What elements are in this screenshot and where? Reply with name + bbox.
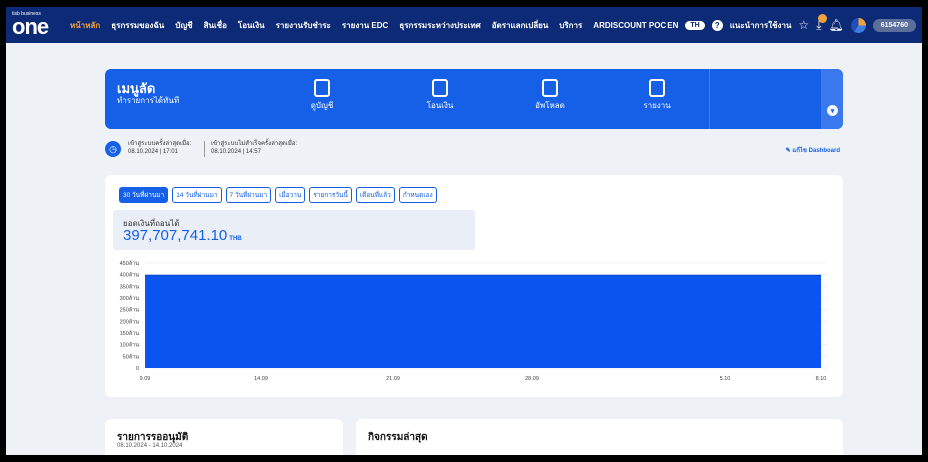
quick-menu-title: เมนูลัด bbox=[117, 81, 156, 96]
help-icon[interactable]: ? bbox=[711, 19, 723, 31]
nav-item[interactable]: สินเชื่อ bbox=[204, 19, 227, 32]
y-tick-label: 300ล้าน bbox=[120, 295, 140, 302]
balance-currency: THB bbox=[229, 236, 242, 242]
quick-account-button[interactable]: ดูบัญชี bbox=[287, 79, 357, 112]
last-login-success-label: เข้าสู่ระบบครั้งล่าสุดเมื่อ: bbox=[128, 141, 192, 147]
last-login-success: เข้าสู่ระบบครั้งล่าสุดเมื่อ: 08.10.2024 … bbox=[128, 140, 191, 156]
date-filter-group: 30 วันที่ผ่านมา 14 วันที่ผ่านมา 7 วันที่ผ่… bbox=[119, 187, 437, 203]
nav-item[interactable]: รายงาน EDC bbox=[342, 19, 388, 32]
lang-en[interactable]: EN bbox=[667, 21, 678, 30]
x-tick-label: 14.09 bbox=[254, 376, 268, 382]
nav-item[interactable]: อัตราแลกเปลี่ยน bbox=[492, 19, 549, 32]
nav-item[interactable]: รายงานรับชำระ bbox=[276, 19, 331, 32]
quick-report-button[interactable]: รายงาน bbox=[622, 79, 692, 112]
login-divider bbox=[204, 141, 205, 157]
notification-badge bbox=[817, 13, 827, 23]
chevron-down-icon[interactable]: ▾ bbox=[827, 105, 838, 116]
last-login-success-time: 08.10.2024 | 17:01 bbox=[128, 149, 178, 155]
balance-area bbox=[145, 275, 821, 368]
date-filter-button[interactable]: รายการวันนี้ bbox=[309, 187, 352, 203]
app-frame: tisb business one หน้าหลัก ธุรกรรมของฉัน บ… bbox=[6, 7, 922, 455]
date-filter-button[interactable]: 30 วันที่ผ่านมา bbox=[119, 187, 169, 203]
date-filter-button[interactable]: เมื่อวาน bbox=[275, 187, 306, 203]
quick-report-label: รายงาน bbox=[643, 101, 671, 110]
x-tick-label: 8.10 bbox=[816, 376, 827, 382]
last-login-fail-time: 08.10.2024 | 14:57 bbox=[211, 149, 261, 155]
avatar[interactable] bbox=[850, 17, 866, 33]
y-tick-label: 200ล้าน bbox=[120, 318, 140, 325]
date-filter-button[interactable]: กำหนดเอง bbox=[398, 187, 437, 203]
date-filter-button[interactable]: เดือนที่แล้ว bbox=[355, 187, 395, 203]
nav-item[interactable]: ARDISCOUNT POC bbox=[593, 21, 666, 30]
x-tick-label: 28.09 bbox=[525, 376, 539, 382]
nav-item[interactable]: หน้าหลัก bbox=[70, 19, 100, 32]
last-login-fail-label: เข้าสู่ระบบไม่สำเร็จครั้งล่าสุดเมื่อ: bbox=[211, 141, 298, 147]
guide-link[interactable]: แนะนำการใช้งาน bbox=[730, 19, 792, 32]
quick-menu-card: เมนูลัด ทำรายการได้ทันที ดูบัญชี โอนเงิน… bbox=[105, 69, 843, 129]
nav-right-tools: EN TH ? แนะนำการใช้งาน ☆ ⤓ 🔔︎ 6154760 bbox=[667, 7, 916, 43]
brand-logo[interactable]: tisb business one bbox=[12, 11, 62, 39]
main-menu: หน้าหลัก ธุรกรรมของฉัน บัญชี สินเชื่อ โอนเงิ… bbox=[70, 7, 666, 43]
quick-transfer-button[interactable]: โอนเงิน bbox=[405, 79, 475, 112]
card-divider bbox=[709, 69, 710, 129]
y-tick-label: 0 bbox=[136, 366, 139, 372]
balance-amount-row: 397,707,741.10 THB bbox=[123, 227, 242, 244]
nav-item[interactable]: บริการ bbox=[559, 19, 582, 32]
activity-title: กิจกรรมล่าสุด bbox=[368, 432, 428, 443]
lang-th[interactable]: TH bbox=[685, 20, 705, 30]
y-tick-label: 350ล้าน bbox=[120, 283, 140, 290]
quick-transfer-label: โอนเงิน bbox=[426, 101, 454, 110]
nav-item[interactable]: ธุรกรรมระหว่างประเทศ bbox=[399, 19, 480, 32]
date-filter-button[interactable]: 14 วันที่ผ่านมา bbox=[172, 187, 222, 203]
approvals-date-range: 08.10.2024 - 14.10.2024 bbox=[117, 443, 183, 449]
quick-upload-label: อัพโหลด bbox=[535, 101, 565, 110]
y-tick-label: 100ล้าน bbox=[120, 342, 140, 349]
balance-amount: 397,707,741.10 bbox=[123, 227, 228, 244]
report-icon bbox=[649, 79, 665, 97]
nav-item[interactable]: ธุรกรรมของฉัน bbox=[111, 19, 164, 32]
edit-dashboard-link[interactable]: ✎ แก้ไข Dashboard bbox=[786, 145, 840, 155]
transfer-icon bbox=[432, 79, 448, 97]
clock-icon: ◷ bbox=[105, 141, 121, 157]
download-icon[interactable]: ⤓ bbox=[816, 13, 827, 33]
date-filter-button[interactable]: 7 วันที่ผ่านมา bbox=[225, 187, 272, 203]
upload-icon bbox=[542, 79, 558, 97]
quick-account-label: ดูบัญชี bbox=[310, 101, 334, 110]
bell-icon[interactable]: 🔔︎ bbox=[829, 18, 844, 32]
quick-menu-scroll[interactable]: ▾ bbox=[821, 69, 843, 129]
quick-menu-subtitle: ทำรายการได้ทันที bbox=[117, 96, 180, 105]
x-tick-label: 9.09 bbox=[140, 376, 151, 382]
y-tick-label: 150ล้าน bbox=[120, 330, 140, 337]
activity-card[interactable]: กิจกรรมล่าสุด bbox=[356, 419, 843, 455]
y-tick-label: 50ล้าน bbox=[123, 353, 140, 360]
top-nav: tisb business one หน้าหลัก ธุรกรรมของฉัน บ… bbox=[6, 7, 922, 43]
balance-area-chart: 0 50ล้าน 100ล้าน 150ล้าน 200ล้าน 250ล้าน 300ล้… bbox=[120, 260, 827, 382]
nav-item[interactable]: บัญชี bbox=[175, 19, 192, 32]
account-badge[interactable]: 6154760 bbox=[872, 18, 916, 32]
balance-chart-card: 30 วันที่ผ่านมา 14 วันที่ผ่านมา 7 วันที่ผ่… bbox=[105, 175, 843, 397]
star-icon[interactable]: ☆ bbox=[798, 18, 809, 32]
approvals-card[interactable]: รายการรออนุมัติ 08.10.2024 - 14.10.2024 bbox=[105, 419, 343, 455]
balance-summary: ยอดเงินที่ถอนได้ 397,707,741.10 THB bbox=[113, 210, 475, 250]
y-tick-label: 250ล้าน bbox=[120, 307, 140, 314]
brand-big-text: one bbox=[12, 14, 49, 39]
quick-upload-button[interactable]: อัพโหลด bbox=[515, 79, 585, 112]
y-tick-label: 450ล้าน bbox=[120, 260, 140, 267]
last-login-fail: เข้าสู่ระบบไม่สำเร็จครั้งล่าสุดเมื่อ: 08… bbox=[211, 140, 297, 156]
y-tick-label: 400ล้าน bbox=[120, 272, 140, 279]
nav-item[interactable]: โอนเงิน bbox=[238, 19, 265, 32]
account-doc-icon bbox=[314, 79, 330, 97]
x-tick-label: 5.10 bbox=[720, 376, 731, 382]
x-tick-label: 21.09 bbox=[386, 376, 400, 382]
quick-menu-heading: เมนูลัด ทำรายการได้ทันที bbox=[117, 81, 179, 106]
